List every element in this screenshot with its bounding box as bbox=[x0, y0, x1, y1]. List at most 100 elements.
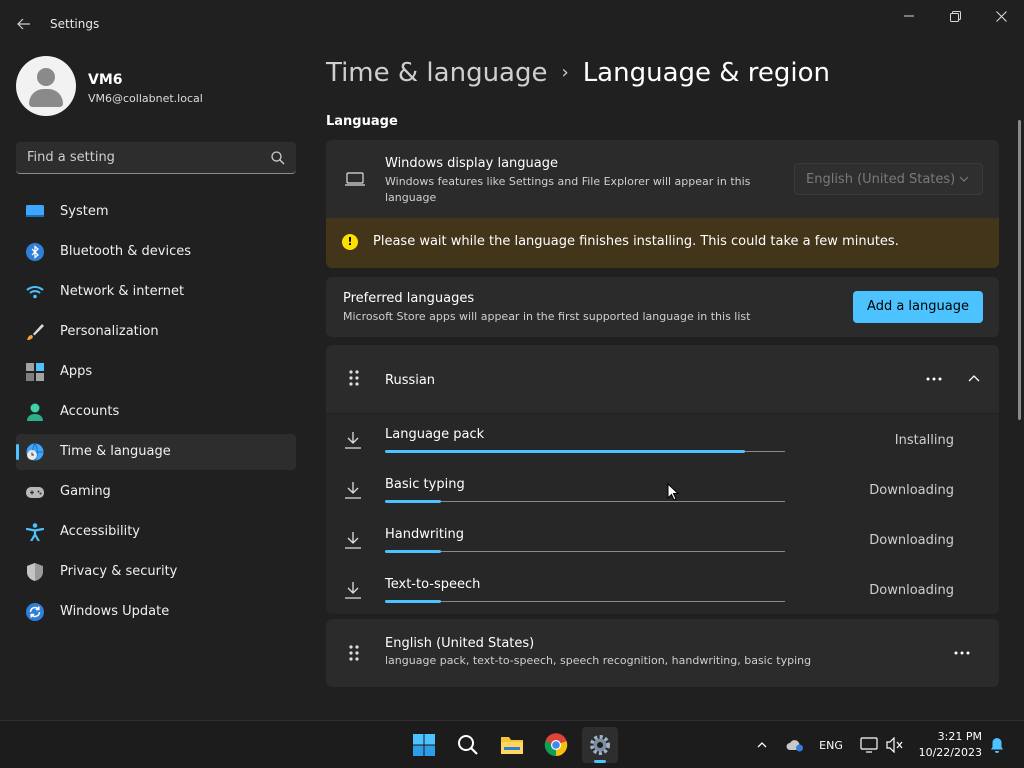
clock-date[interactable]: 10/22/2023 bbox=[910, 746, 982, 759]
list-item: Language pack Installing bbox=[326, 414, 999, 464]
section-title: Language bbox=[326, 114, 398, 129]
breadcrumb-separator: › bbox=[561, 62, 569, 83]
taskbar-search-button[interactable] bbox=[450, 727, 486, 763]
back-arrow-icon bbox=[17, 18, 30, 30]
taskbar-chrome[interactable] bbox=[538, 727, 574, 763]
taskbar-settings[interactable] bbox=[582, 727, 618, 763]
sidebar-item-label: Bluetooth & devices bbox=[60, 244, 191, 259]
volume-tray[interactable] bbox=[884, 735, 906, 755]
minimize-button[interactable] bbox=[886, 4, 932, 28]
drag-handle-icon[interactable] bbox=[348, 369, 360, 387]
english-subtitle: language pack, text-to-speech, speech re… bbox=[385, 654, 812, 667]
sidebar-item-label: Accounts bbox=[60, 404, 120, 419]
russian-features-list: Language pack Installing Basic typing Do… bbox=[326, 414, 999, 614]
progress-fill bbox=[385, 500, 441, 503]
search-input[interactable]: Find a setting bbox=[16, 142, 296, 174]
feature-status: Downloading bbox=[869, 483, 954, 498]
update-icon bbox=[26, 603, 44, 621]
page-title: Language & region bbox=[582, 58, 831, 88]
title-bar: Settings bbox=[0, 0, 1024, 48]
breadcrumb-parent[interactable]: Time & language bbox=[326, 58, 547, 88]
feature-status: Installing bbox=[894, 433, 954, 448]
russian-label: Russian bbox=[385, 373, 436, 388]
progress-bar bbox=[385, 600, 785, 603]
download-icon bbox=[345, 432, 361, 449]
apps-icon bbox=[26, 363, 44, 381]
russian-language-header[interactable]: Russian bbox=[326, 345, 999, 413]
chevron-up-icon[interactable] bbox=[966, 370, 982, 386]
drag-handle-icon[interactable] bbox=[348, 644, 360, 662]
input-language-indicator[interactable]: ENG bbox=[814, 735, 848, 755]
sidebar-item-system[interactable]: System bbox=[16, 194, 296, 230]
active-indicator bbox=[594, 760, 606, 763]
sidebar-item-gaming[interactable]: Gaming bbox=[16, 474, 296, 510]
progress-fill bbox=[385, 600, 441, 603]
bell-icon bbox=[991, 738, 1003, 753]
network-tray[interactable] bbox=[858, 735, 880, 755]
english-language-card[interactable]: English (United States) language pack, t… bbox=[326, 619, 999, 687]
sidebar-item-network[interactable]: Network & internet bbox=[16, 274, 296, 310]
mouse-cursor-icon bbox=[667, 483, 679, 501]
search-icon bbox=[271, 151, 285, 165]
sidebar-item-label: Accessibility bbox=[60, 524, 140, 539]
file-explorer-icon bbox=[501, 737, 523, 754]
install-warning-bar: ! Please wait while the language finishe… bbox=[326, 218, 999, 268]
restore-button[interactable] bbox=[932, 4, 978, 28]
sidebar-item-time-language[interactable]: Time & language bbox=[16, 434, 296, 470]
chevron-down-icon bbox=[959, 176, 969, 182]
list-item: Handwriting Downloading bbox=[326, 514, 999, 564]
clock-time[interactable]: 3:21 PM bbox=[930, 730, 982, 743]
show-hidden-icons-button[interactable] bbox=[752, 735, 772, 755]
profile-name: VM6 bbox=[88, 72, 123, 88]
main-content: Time & language › Language & region Langua… bbox=[326, 48, 1016, 720]
sidebar-item-accounts[interactable]: Accounts bbox=[16, 394, 296, 430]
preferred-languages-card: Preferred languages Microsoft Store apps… bbox=[326, 277, 999, 337]
sidebar-item-bluetooth[interactable]: Bluetooth & devices bbox=[16, 234, 296, 270]
dropdown-value: English (United States) bbox=[806, 172, 956, 187]
close-button[interactable] bbox=[978, 4, 1024, 28]
display-language-dropdown[interactable]: English (United States) bbox=[794, 163, 983, 195]
sidebar-item-privacy[interactable]: Privacy & security bbox=[16, 554, 296, 590]
back-button[interactable] bbox=[12, 10, 36, 38]
user-profile[interactable]: VM6 VM6@collabnet.local bbox=[16, 56, 296, 120]
profile-email: VM6@collabnet.local bbox=[88, 92, 203, 105]
progress-fill bbox=[385, 550, 441, 553]
feature-label: Basic typing bbox=[385, 477, 465, 492]
search-placeholder: Find a setting bbox=[27, 150, 115, 165]
list-item: Text-to-speech Downloading bbox=[326, 564, 999, 614]
preferred-languages-title: Preferred languages bbox=[343, 291, 475, 306]
avatar bbox=[16, 56, 76, 116]
sidebar-item-apps[interactable]: Apps bbox=[16, 354, 296, 390]
search-icon bbox=[458, 735, 478, 755]
scrollbar[interactable] bbox=[1018, 120, 1021, 420]
progress-fill bbox=[385, 450, 745, 453]
chrome-icon bbox=[544, 733, 568, 757]
progress-bar bbox=[385, 450, 785, 453]
feature-label: Handwriting bbox=[385, 527, 465, 542]
globe-clock-icon bbox=[26, 443, 44, 461]
laptop-icon bbox=[345, 172, 365, 186]
more-options-icon[interactable] bbox=[952, 645, 972, 661]
taskbar-file-explorer[interactable] bbox=[494, 727, 530, 763]
minimize-icon bbox=[904, 15, 914, 17]
taskbar: ENG 3:21 PM 10/22/2023 bbox=[0, 720, 1024, 768]
display-language-subtitle: Windows features like Settings and File … bbox=[385, 175, 751, 204]
notifications-button[interactable] bbox=[986, 735, 1008, 755]
list-item: Basic typing Downloading bbox=[326, 464, 999, 514]
sidebar-item-label: Privacy & security bbox=[60, 564, 178, 579]
chevron-up-icon bbox=[757, 742, 767, 748]
sidebar-item-accessibility[interactable]: Accessibility bbox=[16, 514, 296, 550]
sidebar-item-personalization[interactable]: Personalization bbox=[16, 314, 296, 350]
sidebar-item-label: Personalization bbox=[60, 324, 159, 339]
feature-label: Text-to-speech bbox=[385, 577, 481, 592]
onedrive-tray[interactable] bbox=[784, 735, 806, 755]
restore-icon bbox=[949, 10, 961, 22]
breadcrumb: Time & language › Language & region bbox=[326, 58, 830, 88]
feature-status: Downloading bbox=[869, 583, 954, 598]
speaker-muted-icon bbox=[886, 737, 903, 753]
download-icon bbox=[345, 582, 361, 599]
add-language-button[interactable]: Add a language bbox=[853, 291, 983, 323]
start-button[interactable] bbox=[406, 727, 442, 763]
sidebar-item-windows-update[interactable]: Windows Update bbox=[16, 594, 296, 630]
more-options-icon[interactable] bbox=[924, 371, 944, 387]
